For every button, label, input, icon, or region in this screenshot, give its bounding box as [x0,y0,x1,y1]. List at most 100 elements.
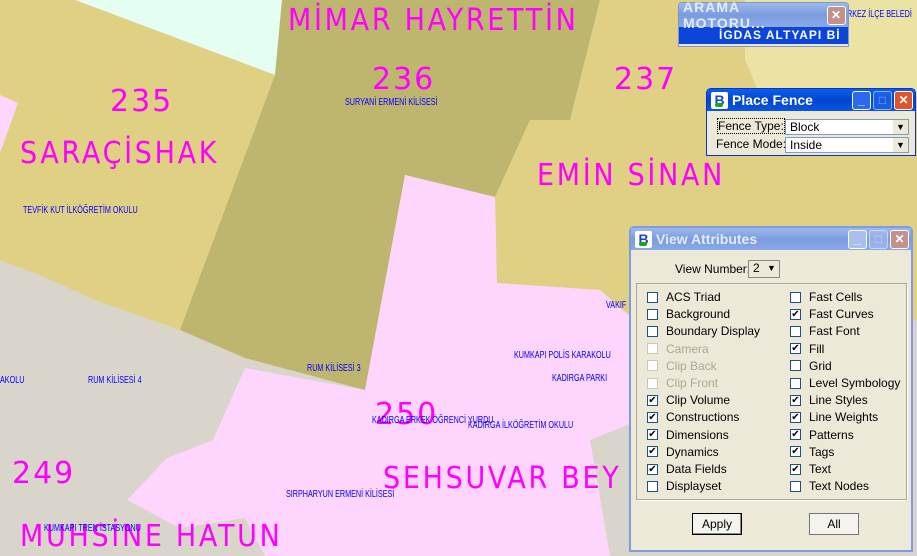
checkbox-dynamics[interactable]: ✔ Dynamics [647,445,719,459]
checkbox-text[interactable]: ✔ Text [790,462,831,476]
checkmark-icon: ✔ [647,429,658,441]
checkbox-fast-curves[interactable]: ✔ Fast Curves [790,307,874,321]
block-number: 235 [110,84,174,119]
checkbox-label: Fast Curves [809,307,874,322]
checkbox-label: Clip Volume [666,393,731,408]
checkmark-icon: ✔ [647,463,658,475]
dropdown-arrow-icon: ▼ [764,261,779,275]
place-fence-titlebar[interactable]: B Place Fence _ □ ✕ [707,89,915,111]
poi-label: TEVFİK KUT İLKÖĞRETİM OKULU [23,205,138,216]
poi-label: SURYANİ ERMENİ KİLİSESİ [345,97,438,108]
district-label: SARAÇİSHAK [20,136,220,171]
view-attributes-titlebar[interactable]: B View Attributes _ □ ✕ [631,228,911,250]
fence-mode-select[interactable]: Inside ▼ [785,137,909,153]
checkmark-icon: ✔ [790,463,801,475]
poi-label: KUMKAPI TREN İSTASYONU [44,523,141,534]
minimize-icon[interactable]: _ [848,229,867,249]
checkbox-constructions[interactable]: ✔ Constructions [647,410,739,424]
checkbox-label: Fast Font [809,324,860,339]
view-number-label: View Number: [675,262,751,276]
checkbox-label: Camera [666,341,709,356]
poi-label: SIRPHARYUN ERMENİ KİLİSESİ [286,489,395,500]
checkbox-label: Clip Front [666,376,719,390]
checkbox-camera: Camera [647,342,709,356]
checkmark-icon: ✔ [790,343,801,355]
checkmark-icon: ✔ [790,429,801,441]
all-button[interactable]: All [809,513,859,535]
search-window: ARAMA MOTORU... ✕ İGDAS ALTYAPI Bİ [678,0,849,47]
block-number: 249 [12,456,76,491]
attributes-group: ACS Triad Background Boundary Display Camer… [636,283,907,500]
minimize-icon[interactable]: _ [852,90,871,110]
checkbox-label: Clip Back [666,358,717,373]
search-window-titlebar[interactable]: ARAMA MOTORU... ✕ [679,0,848,31]
checkbox-label: Background [666,307,731,322]
checkbox-label: Dimensions [666,427,729,442]
checkbox-fast-font[interactable]: Fast Font [790,324,860,338]
checkbox-box [647,480,658,492]
checkmark-icon: ✔ [647,394,658,406]
microstation-logo-icon: B [635,230,652,248]
checkbox-label: Constructions [666,410,740,425]
maximize-icon: □ [873,90,892,110]
microstation-logo-icon: B [711,91,728,109]
poi-label: KADIRGA PARKI [552,373,608,384]
checkbox-background[interactable]: Background [647,307,730,321]
checkbox-fast-cells[interactable]: Fast Cells [790,290,862,304]
checkbox-label: Text [809,462,832,476]
checkbox-dimensions[interactable]: ✔ Dimensions [647,428,729,442]
checkbox-clip-volume[interactable]: ✔ Clip Volume [647,393,730,407]
checkbox-patterns[interactable]: ✔ Patterns [790,428,854,442]
checkbox-level-symbology[interactable]: Level Symbology [790,376,900,390]
checkbox-displayset[interactable]: Displayset [647,479,721,493]
checkbox-grid[interactable]: Grid [790,359,832,373]
checkbox-label: Grid [809,358,832,373]
checkbox-line-weights[interactable]: ✔ Line Weights [790,410,878,424]
checkbox-label: Dynamics [666,444,719,459]
place-fence-title: Place Fence [732,92,813,108]
checkbox-acs-triad[interactable]: ACS Triad [647,290,721,304]
checkbox-box [790,360,801,372]
checkbox-text-nodes[interactable]: Text Nodes [790,479,869,493]
checkbox-clip-back: Clip Back [647,359,717,373]
checkbox-box [790,377,801,389]
maximize-icon: □ [869,229,888,249]
checkbox-tags[interactable]: ✔ Tags [790,445,834,459]
checkbox-box [647,343,658,355]
checkbox-box [790,480,801,492]
checkmark-icon: ✔ [790,446,801,458]
poi-label: KADIRGA İLKÖĞRETİM OKULU [468,420,574,431]
place-fence-dialog: B Place Fence _ □ ✕ Fence Type: Block ▼ F… [706,88,916,156]
checkbox-data-fields[interactable]: ✔ Data Fields [647,462,727,476]
checkbox-label: ACS Triad [666,290,721,304]
checkbox-fill[interactable]: ✔ Fill [790,342,824,356]
checkbox-box [647,308,658,320]
checkbox-line-styles[interactable]: ✔ Line Styles [790,393,868,407]
district-label: MİMAR HAYRETTİN [288,3,579,38]
poi-label: RUM KİLİSESİ 4 [88,375,142,386]
view-attributes-dialog: B View Attributes _ □ ✕ View Number: 2 ▼ … [629,226,913,552]
view-number-select[interactable]: 2 ▼ [748,260,780,278]
checkbox-label: Fill [809,341,825,356]
checkbox-boundary-display[interactable]: Boundary Display [647,324,760,338]
poi-label: VAKIF [606,300,627,311]
fence-type-label: Fence Type: [717,118,785,134]
checkbox-clip-front: Clip Front [647,376,718,390]
poi-label: RKEZ İLÇE BELEDİ [847,9,912,20]
close-icon[interactable]: ✕ [827,5,846,25]
checkbox-box [647,360,658,372]
checkmark-icon: ✔ [790,411,801,423]
checkbox-label: Tags [809,444,835,459]
close-icon[interactable]: ✕ [894,90,913,110]
block-number: 237 [614,62,678,97]
checkbox-box [647,325,658,337]
close-icon[interactable]: ✕ [890,229,909,249]
checkmark-icon: ✔ [647,411,658,423]
fence-type-select[interactable]: Block ▼ [785,119,909,135]
apply-button[interactable]: Apply [692,513,742,535]
checkbox-label: Level Symbology [809,376,901,390]
checkbox-label: Line Weights [809,410,879,425]
checkmark-icon: ✔ [790,394,801,406]
view-attributes-title: View Attributes [656,231,758,247]
checkbox-label: Text Nodes [809,479,870,494]
